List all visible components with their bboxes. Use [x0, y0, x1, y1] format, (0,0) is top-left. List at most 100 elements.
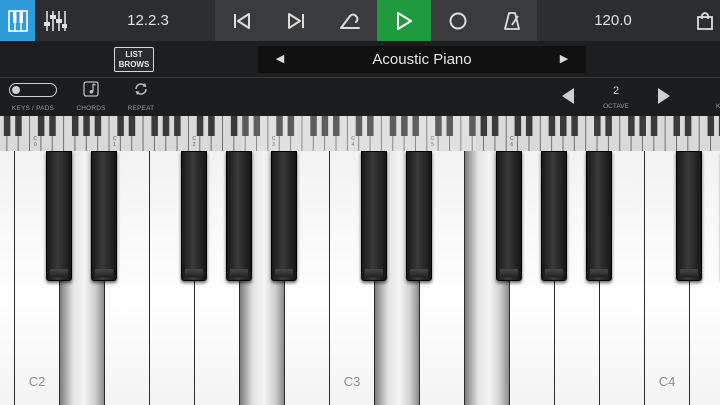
black-key[interactable]	[46, 151, 72, 281]
transport-controls	[215, 0, 537, 41]
black-key[interactable]	[541, 151, 567, 281]
repeat-button[interactable]: REPEAT	[122, 78, 160, 116]
black-key[interactable]	[361, 151, 387, 281]
white-key[interactable]	[0, 151, 15, 405]
piano-keys-icon	[7, 9, 28, 32]
mini-keyboard-overview[interactable]: C0C1C2C3C4C5C6	[0, 116, 720, 151]
black-key-highlight	[50, 269, 68, 277]
mini-black-key	[707, 116, 715, 136]
keys-pads-label: KEYS / PADS	[11, 105, 55, 112]
mini-black-key	[230, 116, 238, 136]
mini-black-key	[605, 116, 612, 136]
preset-selector: ◀ Acoustic Piano ▶	[258, 46, 586, 73]
music-note-icon	[83, 81, 99, 97]
play-button[interactable]	[377, 0, 431, 41]
toggle-switch[interactable]	[9, 83, 57, 97]
record-icon	[449, 12, 467, 29]
octave-value: 2	[612, 85, 620, 97]
song-position[interactable]: 12.2.3	[110, 0, 186, 41]
mini-black-key	[491, 116, 499, 136]
repeat-icon	[135, 83, 147, 95]
skip-forward-icon	[288, 12, 304, 29]
key-note-label: C4	[658, 374, 676, 389]
octave-label: OCTAVE	[603, 103, 629, 110]
key-note-label: C2	[28, 374, 46, 389]
mixer-button[interactable]	[35, 0, 75, 41]
key-note-label: C3	[343, 374, 361, 389]
transport-bar: 12.2.3 120.0	[0, 0, 720, 41]
mini-black-key	[196, 116, 204, 136]
mini-black-key	[128, 116, 136, 136]
keys-pads-toggle[interactable]: KEYS / PADS	[4, 78, 62, 116]
mini-black-key	[71, 116, 79, 136]
black-key-highlight	[500, 269, 518, 277]
mini-black-key	[174, 116, 181, 136]
black-key[interactable]	[91, 151, 117, 281]
mini-black-key	[94, 116, 102, 136]
mini-black-key	[548, 116, 556, 136]
controls-row: KEYS / PADS CHORDS REPEAT 2 OCTAVE K	[0, 78, 720, 116]
mini-black-key	[571, 116, 578, 136]
octave-up-icon[interactable]	[654, 86, 674, 106]
chords-button[interactable]: CHORDS	[72, 78, 110, 116]
black-key[interactable]	[271, 151, 297, 281]
mixer-sliders-icon	[44, 10, 67, 31]
mini-black-key	[37, 116, 45, 136]
mini-black-key	[673, 116, 680, 136]
mini-black-key	[684, 116, 692, 136]
instrument-row: LIST BROWS ◀ Acoustic Piano ▶	[0, 41, 720, 78]
list-browse-label-line2: BROWS	[118, 60, 150, 69]
mini-black-key	[628, 116, 635, 136]
mini-black-key	[560, 116, 567, 136]
previous-preset-icon[interactable]: ◀	[272, 46, 288, 73]
list-browse-label-line1: LIST	[125, 50, 143, 59]
mini-black-key	[650, 116, 658, 136]
black-key[interactable]	[676, 151, 702, 281]
mini-black-key	[49, 116, 56, 136]
rewind-button[interactable]	[215, 0, 269, 41]
black-key[interactable]	[496, 151, 522, 281]
black-key[interactable]	[406, 151, 432, 281]
mini-octave-number: 2	[193, 142, 196, 148]
mini-black-key	[117, 116, 124, 136]
metronome-button[interactable]	[485, 0, 539, 41]
black-key-highlight	[410, 269, 428, 277]
black-key-highlight	[545, 269, 563, 277]
cut-off-label: K	[716, 103, 720, 110]
repeat-label: REPEAT	[127, 105, 155, 112]
store-button[interactable]	[690, 0, 720, 41]
mini-black-key	[15, 116, 22, 136]
mini-black-key	[83, 116, 90, 136]
black-key[interactable]	[226, 151, 252, 281]
loop-button[interactable]	[323, 0, 377, 41]
chords-label: CHORDS	[76, 105, 106, 112]
keyboard-view-button[interactable]	[0, 0, 35, 41]
mini-octave-number: 0	[34, 142, 37, 148]
black-key-highlight	[365, 269, 383, 277]
list-browse-button[interactable]: LIST BROWS	[114, 47, 154, 72]
mini-black-key	[594, 116, 601, 136]
tempo-display[interactable]: 120.0	[580, 0, 646, 41]
forward-button[interactable]	[269, 0, 323, 41]
piano-keyboard[interactable]: C2 C3 C4	[0, 151, 720, 405]
mini-black-key	[480, 116, 488, 136]
preset-name[interactable]: Acoustic Piano	[298, 46, 546, 73]
mini-octave-number: 6	[511, 142, 514, 148]
next-preset-icon[interactable]: ▶	[556, 46, 572, 73]
visible-range-highlight[interactable]	[242, 116, 476, 151]
black-key-highlight	[590, 269, 608, 277]
octave-down-icon[interactable]	[558, 86, 578, 106]
black-key-highlight	[185, 269, 203, 277]
metronome-icon	[504, 11, 520, 30]
record-button[interactable]	[431, 0, 485, 41]
black-key[interactable]	[586, 151, 612, 281]
mini-black-key	[151, 116, 158, 136]
mini-octave-number: 1	[113, 142, 116, 148]
black-key[interactable]	[181, 151, 207, 281]
mini-black-key	[514, 116, 522, 136]
black-key-highlight	[680, 269, 698, 277]
loop-icon	[340, 13, 360, 29]
black-key-highlight	[230, 269, 248, 277]
mini-black-key	[639, 116, 646, 136]
play-icon	[397, 11, 412, 30]
